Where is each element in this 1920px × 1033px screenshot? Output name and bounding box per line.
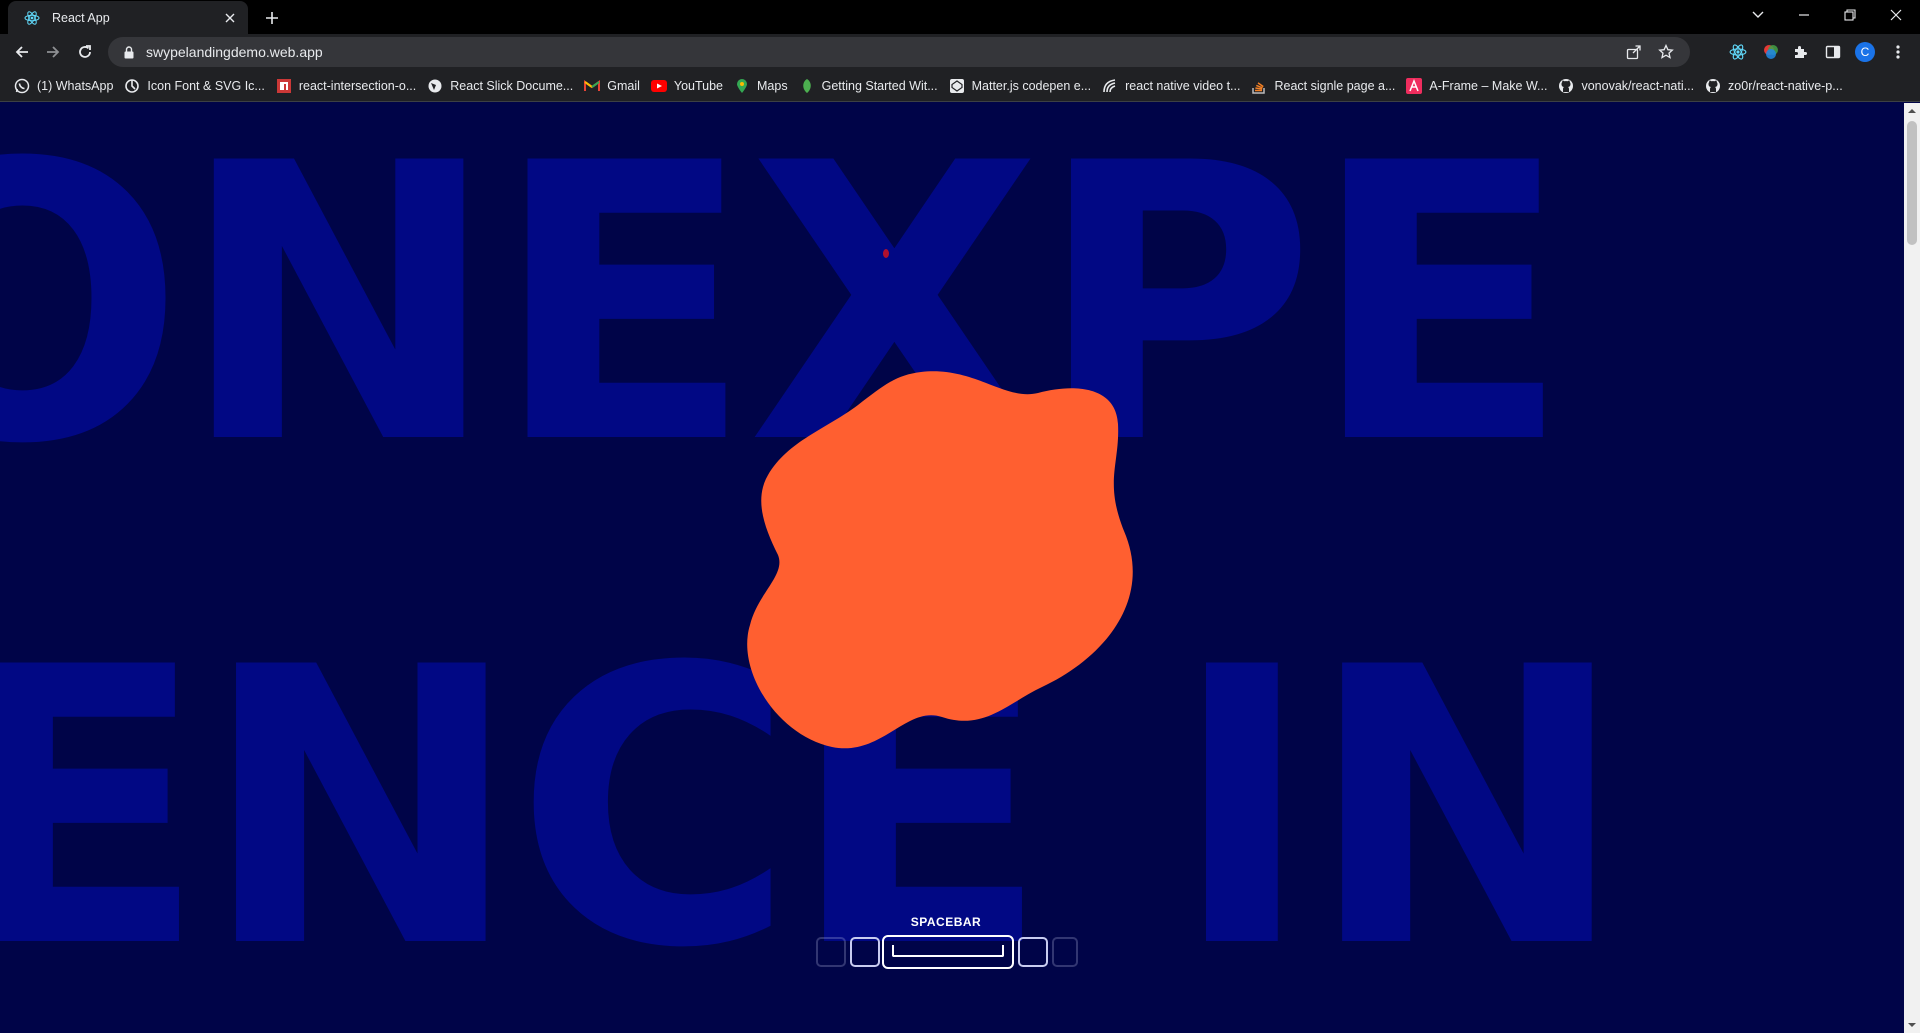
close-window-icon[interactable] xyxy=(1873,0,1919,30)
spacebar-label: SPACEBAR xyxy=(910,915,982,929)
url-text[interactable]: swypelandingdemo.web.app xyxy=(146,44,1616,60)
side-panel-icon[interactable] xyxy=(1821,40,1845,64)
lock-icon[interactable] xyxy=(122,45,136,59)
maps-icon xyxy=(734,78,750,94)
bookmark-youtube[interactable]: YouTube xyxy=(647,73,730,99)
chrome-menu-icon[interactable] xyxy=(1886,40,1910,64)
browser-toolbar: swypelandingdemo.web.app C xyxy=(0,34,1920,70)
share-icon[interactable] xyxy=(1620,40,1648,64)
icomoon-icon xyxy=(124,78,140,94)
bookmarks-bar: (1) WhatsApp Icon Font & SVG Ic... react… xyxy=(0,70,1920,102)
back-arrow-icon[interactable] xyxy=(8,38,36,66)
bookmark-label: Getting Started Wit... xyxy=(821,78,938,93)
bookmark-maps[interactable]: Maps xyxy=(730,73,795,99)
cursor-dot xyxy=(883,249,889,258)
restore-window-icon[interactable] xyxy=(1827,0,1873,30)
keyboard-key-ghost-left xyxy=(816,937,846,967)
color-picker-extension-icon[interactable] xyxy=(1759,40,1783,64)
bookmark-whatsapp[interactable]: (1) WhatsApp xyxy=(10,73,120,99)
scroll-up-arrow-icon[interactable] xyxy=(1904,103,1920,119)
react-icon xyxy=(24,10,40,26)
bookmark-label: react native video t... xyxy=(1125,78,1241,93)
github-icon xyxy=(1705,78,1721,94)
reload-icon[interactable] xyxy=(71,38,99,66)
tab-strip: React App xyxy=(0,0,1920,34)
bookmark-aframe[interactable]: A-Frame – Make W... xyxy=(1402,73,1554,99)
bookmark-react-intersection[interactable]: react-intersection-o... xyxy=(272,73,423,99)
tab-react-app[interactable]: React App xyxy=(8,1,248,34)
minimize-window-icon[interactable] xyxy=(1781,0,1827,30)
profile-avatar[interactable]: C xyxy=(1853,40,1877,64)
landing-page: ONEXPE ENCE IN SPACEBAR xyxy=(0,103,1904,1033)
tab-search-icon[interactable] xyxy=(1735,0,1781,30)
bookmark-label: React signle page a... xyxy=(1274,78,1396,93)
bookmark-vonovak[interactable]: vonovak/react-nati... xyxy=(1554,73,1701,99)
bookmark-matterjs[interactable]: Matter.js codepen e... xyxy=(945,73,1099,99)
orange-blob[interactable] xyxy=(746,369,1148,769)
gmail-icon xyxy=(584,78,601,94)
bookmark-label: (1) WhatsApp xyxy=(37,78,114,93)
stackoverflow-icon xyxy=(1251,78,1267,94)
new-tab-button[interactable] xyxy=(260,6,284,30)
bookmark-star-icon[interactable] xyxy=(1652,40,1680,64)
spacebar-glyph-icon xyxy=(892,945,1004,957)
bookmark-getting-started[interactable]: Getting Started Wit... xyxy=(795,73,945,99)
codepen-icon xyxy=(949,78,965,94)
bookmark-label: react-intersection-o... xyxy=(298,78,417,93)
globe-icon xyxy=(427,78,443,94)
bookmark-label: React Slick Docume... xyxy=(450,78,574,93)
aframe-icon xyxy=(1406,77,1423,94)
bookmark-label: Gmail xyxy=(607,78,640,93)
page-scrollbar[interactable] xyxy=(1904,103,1920,1033)
react-devtools-icon[interactable] xyxy=(1726,40,1750,64)
scrollbar-thumb[interactable] xyxy=(1907,121,1917,245)
whatsapp-icon xyxy=(14,78,30,94)
bookmark-label: A-Frame – Make W... xyxy=(1429,78,1548,93)
keyboard-key-left xyxy=(850,937,880,967)
extensions-puzzle-icon[interactable] xyxy=(1789,40,1813,64)
github-icon xyxy=(1558,78,1574,94)
bookmark-zo0r[interactable]: zo0r/react-native-p... xyxy=(1701,73,1850,99)
bookmark-label: zo0r/react-native-p... xyxy=(1728,78,1843,93)
keyboard-key-ghost-right xyxy=(1052,937,1078,967)
spacebar-hint: SPACEBAR xyxy=(812,915,1080,1003)
tab-title: React App xyxy=(52,10,110,25)
bookmark-label: Icon Font & SVG Ic... xyxy=(147,78,265,93)
bookmark-label: YouTube xyxy=(673,78,724,93)
bookmark-react-slick[interactable]: React Slick Docume... xyxy=(423,73,580,99)
react-native-icon xyxy=(1102,78,1118,94)
bookmark-gmail[interactable]: Gmail xyxy=(580,73,647,99)
npm-icon xyxy=(276,78,292,94)
bookmark-label: Maps xyxy=(757,78,788,93)
bookmark-label: vonovak/react-nati... xyxy=(1581,78,1695,93)
youtube-icon xyxy=(650,78,667,94)
bookmark-react-native-video[interactable]: react native video t... xyxy=(1098,73,1247,99)
bookmark-icomoon[interactable]: Icon Font & SVG Ic... xyxy=(120,73,271,99)
bookmark-react-single-page[interactable]: React signle page a... xyxy=(1247,73,1402,99)
close-tab-icon[interactable] xyxy=(222,10,238,26)
keyboard-key-right xyxy=(1018,937,1048,967)
scroll-down-arrow-icon[interactable] xyxy=(1904,1017,1920,1033)
forward-arrow-icon[interactable] xyxy=(39,38,67,66)
leaf-icon xyxy=(799,78,815,94)
profile-initial: C xyxy=(1855,42,1875,62)
address-bar[interactable]: swypelandingdemo.web.app xyxy=(108,37,1690,67)
spacebar-key[interactable] xyxy=(882,935,1014,969)
bookmark-label: Matter.js codepen e... xyxy=(971,78,1092,93)
